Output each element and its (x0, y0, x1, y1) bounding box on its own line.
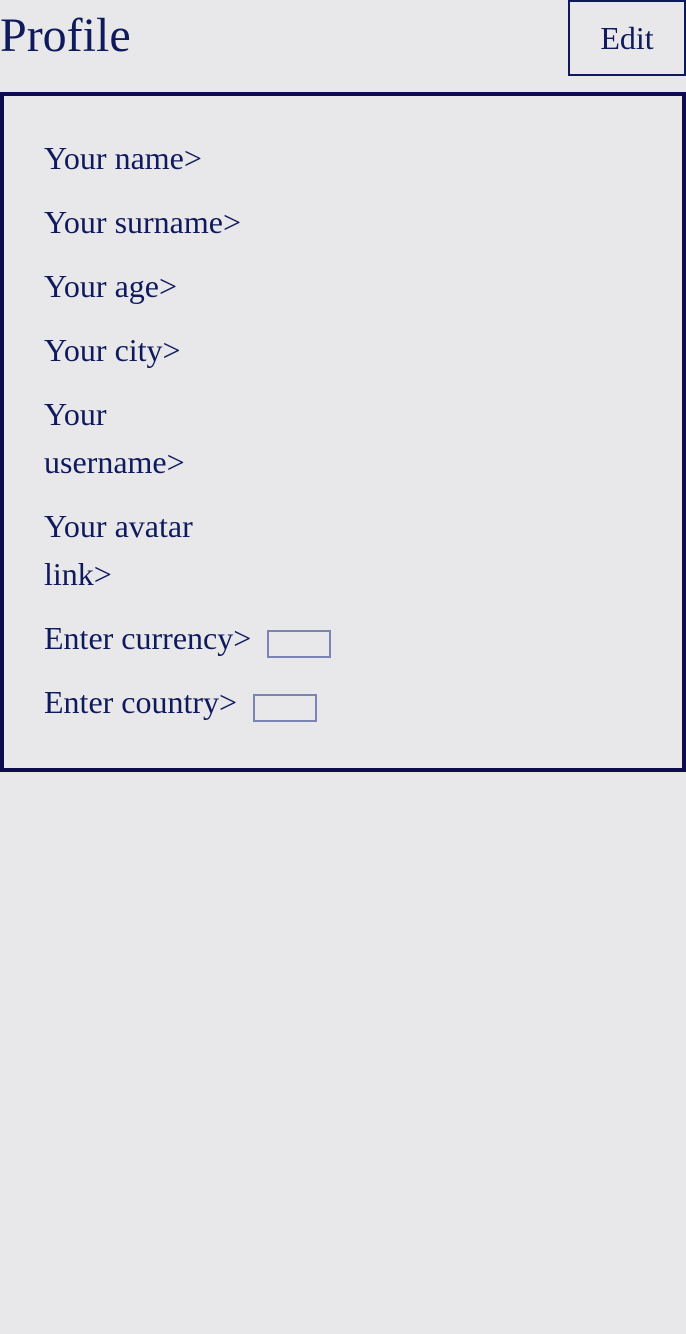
country-input[interactable] (253, 694, 318, 722)
page-title: Profile (0, 9, 131, 62)
profile-card: Your name> Your surname> Your age> Your … (0, 92, 686, 772)
city-field: Your city> (44, 332, 181, 368)
country-row: Enter country> (44, 678, 682, 726)
username-field: Your username> (44, 396, 185, 480)
name-field: Your name> (44, 140, 202, 176)
surname-field: Your surname> (44, 204, 242, 240)
country-label: Enter country> (44, 684, 238, 720)
currency-input[interactable] (267, 630, 332, 658)
currency-label: Enter currency> (44, 620, 252, 656)
age-field: Your age> (44, 268, 178, 304)
edit-button[interactable]: Edit (568, 0, 686, 76)
currency-row: Enter currency> (44, 614, 682, 662)
avatar-link-field: Your avatar link> (44, 508, 193, 592)
header: Profile Edit (0, 0, 686, 78)
